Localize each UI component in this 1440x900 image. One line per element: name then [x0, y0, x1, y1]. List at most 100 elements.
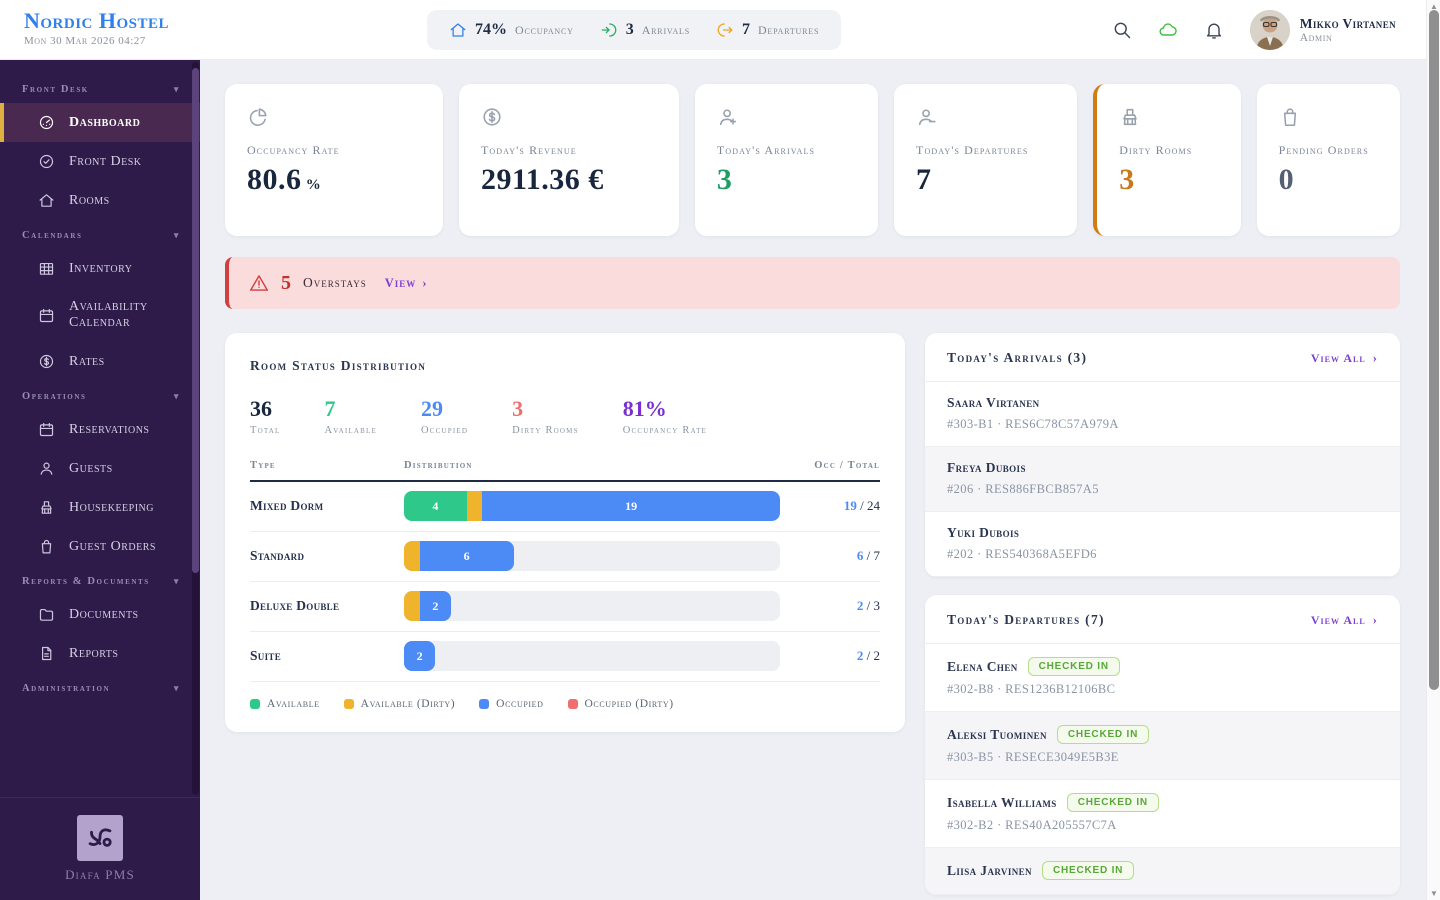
stat-card-today-s-departures[interactable]: Today's Departures7 — [894, 84, 1077, 236]
room-summary-label: Occupied — [421, 425, 468, 436]
legend-label: Available (Dirty) — [361, 698, 456, 710]
sidebar-item-guest-orders[interactable]: Guest Orders — [0, 527, 200, 566]
quick-stats-pill: 74%Occupancy3Arrivals7Departures — [427, 10, 841, 50]
bar-segment-available-dirty — [404, 591, 420, 621]
grid-icon — [38, 260, 55, 277]
room-summary-label: Total — [250, 425, 281, 436]
sidebar-item-housekeeping[interactable]: Housekeeping — [0, 488, 200, 527]
window-scrollbar-thumb[interactable] — [1429, 10, 1439, 690]
nav-section-front-desk[interactable]: Front Desk▾ — [0, 74, 200, 103]
calendar-icon — [38, 421, 55, 438]
sidebar-item-label: Housekeeping — [69, 500, 154, 516]
overstays-view-link[interactable]: View› — [385, 275, 428, 291]
sidebar-item-guests[interactable]: Guests — [0, 449, 200, 488]
guest-row[interactable]: Liisa JarvinenChecked In — [925, 848, 1400, 895]
room-summary-value: 29 — [421, 396, 468, 422]
occ-count: 2 — [857, 648, 864, 663]
room-type-row: Standard66 / 7 — [250, 532, 880, 582]
sidebar-item-label: Guests — [69, 461, 113, 477]
departures-view-all-link[interactable]: View All› — [1311, 612, 1378, 628]
user-icon — [38, 460, 55, 477]
guest-row[interactable]: Saara Virtanen#303-B1 · RES6C78C57A979A — [925, 382, 1400, 447]
room-summary-label: Occupancy Rate — [623, 425, 707, 436]
stat-card-occupancy-rate[interactable]: Occupancy Rate80.6 % — [225, 84, 443, 236]
broom-icon — [1119, 106, 1141, 128]
nav-section-administration[interactable]: Administration▾ — [0, 673, 200, 702]
status-badge: Checked In — [1057, 725, 1149, 744]
room-summary-label: Dirty Rooms — [512, 425, 579, 436]
legend-label: Occupied — [496, 698, 543, 710]
overstays-label: Overstays — [303, 275, 367, 291]
guest-row[interactable]: Aleksi TuominenChecked In#303-B5 · RESEC… — [925, 712, 1400, 780]
bell-icon[interactable] — [1204, 20, 1224, 40]
guest-row[interactable]: Elena ChenChecked In#302-B8 · RES1236B12… — [925, 644, 1400, 712]
app-title: Nordic Hostel — [24, 8, 169, 34]
sidebar-item-label: Front Desk — [69, 154, 142, 170]
sidebar-item-rates[interactable]: Rates — [0, 342, 200, 381]
legend-dot — [344, 699, 354, 709]
nav-section-calendars[interactable]: Calendars▾ — [0, 220, 200, 249]
stat-card-today-s-arrivals[interactable]: Today's Arrivals3 — [695, 84, 878, 236]
quick-stat: 74%Occupancy — [449, 21, 574, 39]
occ-total-value: 19 / 24 — [792, 498, 880, 514]
stat-card-value: 0 — [1279, 163, 1378, 197]
sidebar-item-rooms[interactable]: Rooms — [0, 181, 200, 220]
col-occ-total: Occ / Total — [792, 460, 880, 471]
sidebar: Front Desk▾ Dashboard Front Desk RoomsCalen… — [0, 60, 200, 900]
sidebar-item-inventory[interactable]: Inventory — [0, 249, 200, 288]
stat-card-value-suffix: % — [302, 177, 322, 193]
nav-section-operations[interactable]: Operations▾ — [0, 381, 200, 410]
stat-card-dirty-rooms[interactable]: Dirty Rooms 3 — [1093, 84, 1240, 236]
guest-name: Yuki Dubois — [947, 525, 1019, 541]
cloud-status-icon — [1158, 20, 1178, 40]
avatar[interactable] — [1250, 10, 1290, 50]
guest-row[interactable]: Isabella WilliamsChecked In#302-B2 · RES… — [925, 780, 1400, 848]
legend-label: Available — [267, 698, 320, 710]
legend-dot — [250, 699, 260, 709]
sidebar-item-reservations[interactable]: Reservations — [0, 410, 200, 449]
stat-card-today-s-revenue[interactable]: Today's Revenue2911.36 € — [459, 84, 679, 236]
arrivals-view-all-link[interactable]: View All› — [1311, 350, 1378, 366]
stat-card-pending-orders[interactable]: Pending Orders0 — [1257, 84, 1400, 236]
sidebar-item-front-desk[interactable]: Front Desk — [0, 142, 200, 181]
window-scrollbar[interactable]: ▲ ▼ — [1426, 0, 1440, 900]
nav-section-reports-documents[interactable]: Reports & Documents▾ — [0, 566, 200, 595]
bar-segment-available-dirty — [404, 541, 420, 571]
sidebar-item-dashboard[interactable]: Dashboard — [0, 103, 200, 142]
stat-card-label: Today's Arrivals — [717, 142, 856, 159]
home-icon — [38, 192, 55, 209]
guest-row[interactable]: Yuki Dubois #202 · RES540368A5EFD6 — [925, 512, 1400, 577]
scroll-down-icon[interactable]: ▼ — [1427, 889, 1440, 898]
sidebar-item-availability-calendar[interactable]: Availability Calendar — [0, 288, 200, 342]
sidebar-item-documents[interactable]: Documents — [0, 595, 200, 634]
sidebar-item-label: Dashboard — [69, 115, 140, 131]
sidebar-item-label: Reports — [69, 646, 118, 662]
guest-name: Saara Virtanen — [947, 395, 1040, 411]
nav-section-label: Operations — [22, 391, 87, 402]
search-icon[interactable] — [1112, 20, 1132, 40]
bar-segment-occupied: 19 — [482, 491, 780, 521]
guest-row[interactable]: Freya Dubois#206 · RES886FBCB857A5 — [925, 447, 1400, 512]
sidebar-item-label: Availability Calendar — [69, 299, 184, 331]
room-summary-value: 81% — [623, 396, 707, 422]
bar-segment-available: 4 — [404, 491, 467, 521]
sidebar-scrollbar-thumb[interactable] — [192, 68, 199, 573]
occ-count: 6 — [857, 548, 864, 563]
logo-block: Nordic Hostel Mon 30 Mar 2026 04:27 — [24, 8, 169, 47]
stat-card-value: 3 — [1119, 163, 1218, 197]
guest-name: Isabella Williams — [947, 795, 1057, 811]
stat-card-label: Dirty Rooms — [1119, 142, 1218, 159]
sidebar-scrollbar[interactable] — [192, 62, 199, 795]
guest-reservation-detail: #302-B2 · RES40A205557C7A — [947, 818, 1378, 833]
brand-name: Diafa PMS — [65, 867, 135, 883]
chevron-down-icon: ▾ — [174, 230, 180, 241]
sidebar-item-label: Documents — [69, 607, 139, 623]
legend-dot — [479, 699, 489, 709]
guest-name: Freya Dubois — [947, 460, 1026, 476]
room-summary-available: 7Available — [325, 396, 377, 436]
user-menu[interactable]: Mikko Virtanen Admin — [1250, 10, 1396, 50]
chevron-down-icon: ▾ — [174, 576, 180, 587]
sidebar-item-label: Rates — [69, 354, 105, 370]
sidebar-item-reports[interactable]: Reports — [0, 634, 200, 673]
guest-reservation-detail: #202 · RES540368A5EFD6 — [947, 547, 1378, 562]
